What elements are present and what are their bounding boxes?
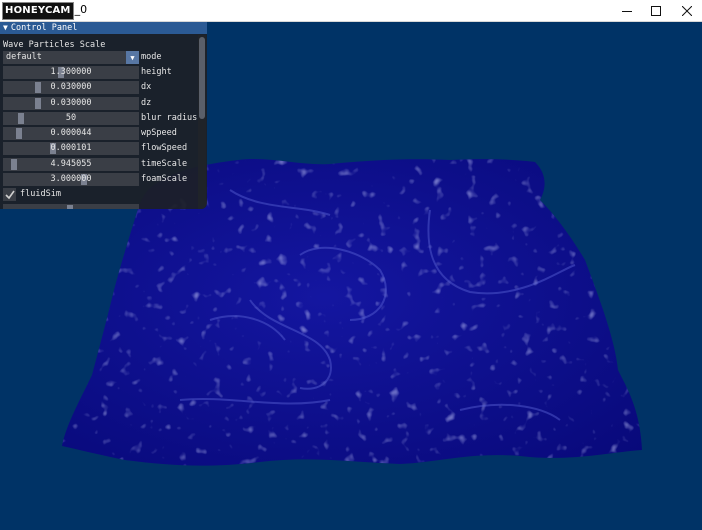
slider-row: 50 blur radius: [3, 112, 199, 125]
control-panel[interactable]: ▼ Control Panel Wave Particles Scale defa…: [0, 22, 207, 209]
slider-timescale[interactable]: 4.945055: [3, 158, 139, 171]
partial-slider[interactable]: [3, 204, 139, 209]
slider-wpspeed[interactable]: 0.000044: [3, 127, 139, 140]
maximize-icon: [651, 6, 661, 16]
slider-value: 1.300000: [50, 67, 92, 77]
slider-value: 0.000044: [50, 128, 92, 138]
close-icon: [682, 6, 692, 16]
slider-row: 0.000101 flowSpeed: [3, 142, 199, 155]
window-title: HONEYCAM _0: [2, 2, 88, 20]
panel-scrollbar[interactable]: [198, 35, 206, 209]
slider-label: timeScale: [141, 159, 188, 169]
honeycam-logo: HONEYCAM: [2, 2, 74, 20]
slider-label: wpSpeed: [141, 128, 177, 138]
slider-row: 4.945055 timeScale: [3, 158, 199, 171]
slider-foamscale[interactable]: 3.000000: [3, 173, 139, 186]
mode-dropdown[interactable]: default ▼: [3, 51, 139, 64]
slider-value: 0.030000: [50, 82, 92, 92]
minimize-icon: [622, 11, 632, 12]
slider-label: height: [141, 67, 172, 77]
slider-label: dz: [141, 98, 152, 108]
slider-value: 0.030000: [50, 98, 92, 108]
slider-value: 3.000000: [50, 174, 92, 184]
slider-value: 50: [65, 113, 77, 123]
slider-label: blur radius: [141, 113, 198, 123]
slider-grab[interactable]: [67, 205, 73, 209]
slider-blur-radius[interactable]: 50: [3, 112, 139, 125]
panel-body: Wave Particles Scale default ▼ mode 1.30…: [0, 34, 198, 209]
collapse-triangle-icon[interactable]: ▼: [3, 22, 8, 34]
fluidsim-row: fluidSim: [3, 188, 199, 201]
chevron-down-icon[interactable]: ▼: [126, 51, 139, 64]
fluidsim-checkbox[interactable]: [3, 188, 16, 201]
panel-title: Control Panel: [10, 23, 78, 33]
slider-row: 3.000000 foamScale: [3, 173, 199, 186]
fluidsim-label: fluidSim: [20, 189, 61, 199]
slider-value: 4.945055: [50, 159, 92, 169]
slider-row: 0.000044 wpSpeed: [3, 127, 199, 140]
slider-label: foamScale: [141, 174, 188, 184]
checkmark-icon: [4, 190, 15, 199]
partial-slider-row: [3, 204, 199, 209]
mode-row: default ▼ mode: [3, 51, 199, 64]
slider-flowspeed[interactable]: 0.000101: [3, 142, 139, 155]
mode-label: mode: [141, 52, 162, 62]
slider-row: 0.030000 dx: [3, 81, 199, 94]
maximize-button[interactable]: [642, 0, 670, 22]
window-titlebar: HONEYCAM _0: [0, 0, 702, 22]
close-button[interactable]: [673, 0, 701, 22]
mode-value: default: [6, 52, 42, 62]
slider-row: 1.300000 height: [3, 66, 199, 79]
slider-label: dx: [141, 82, 152, 92]
section-title: Wave Particles Scale: [3, 40, 106, 50]
minimize-button[interactable]: [613, 0, 641, 22]
slider-height[interactable]: 1.300000: [3, 66, 139, 79]
slider-dx[interactable]: 0.030000: [3, 81, 139, 94]
slider-row: 0.030000 dz: [3, 97, 199, 110]
slider-label: flowSpeed: [141, 143, 188, 153]
slider-dz[interactable]: 0.030000: [3, 97, 139, 110]
window-title-suffix: _0: [74, 3, 88, 16]
scrollbar-thumb[interactable]: [199, 37, 205, 119]
panel-header[interactable]: ▼ Control Panel: [0, 22, 207, 34]
slider-value: 0.000101: [50, 143, 92, 153]
